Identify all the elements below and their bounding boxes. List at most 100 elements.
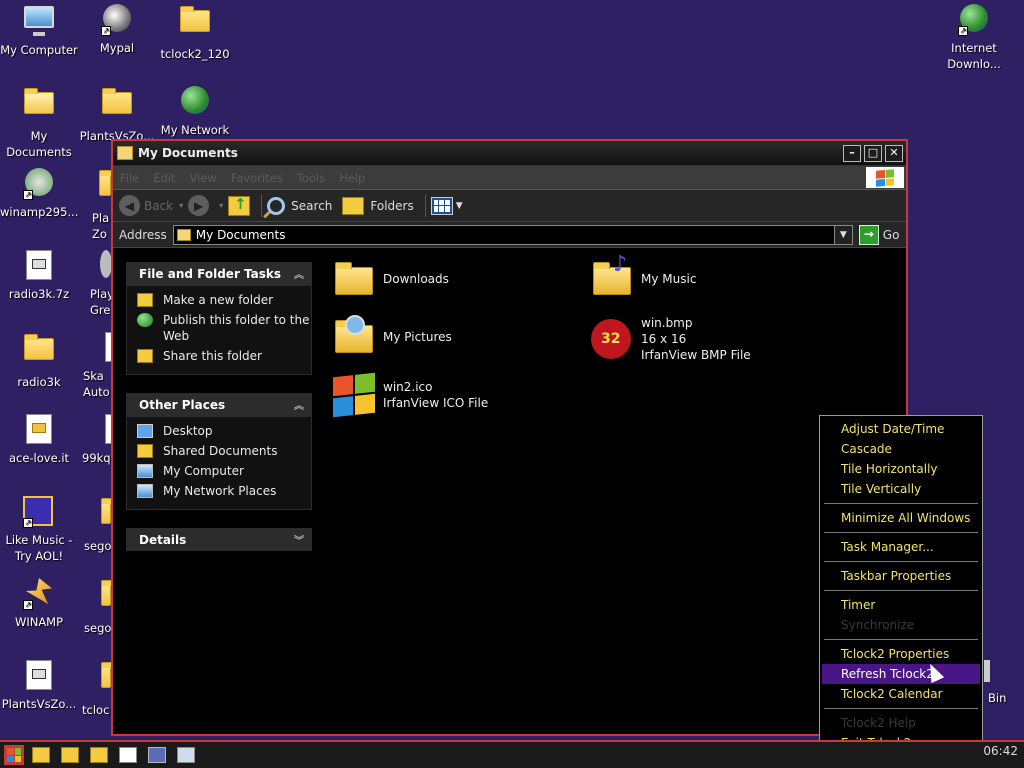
quicklaunch-folder-icon[interactable] — [90, 747, 108, 763]
winamp-icon: ↗ — [23, 578, 55, 610]
menu-refresh-tclock2[interactable]: Refresh Tclock2 — [822, 664, 980, 684]
menu-help[interactable]: Help — [332, 171, 372, 185]
minimize-button[interactable]: – — [843, 144, 861, 162]
menu-minimize-all[interactable]: Minimize All Windows — [822, 508, 980, 528]
desktop-icon-my-network[interactable]: My Network — [156, 86, 234, 138]
publish-web-link[interactable]: Publish this folder to the Web — [137, 312, 311, 344]
start-button[interactable] — [4, 745, 24, 765]
link-label: Publish this folder to the Web — [163, 313, 310, 343]
place-my-computer-link[interactable]: My Computer — [137, 463, 311, 479]
menu-tclock2-properties[interactable]: Tclock2 Properties — [822, 644, 980, 664]
panel-header[interactable]: Other Places ︽ — [126, 393, 312, 416]
back-button[interactable]: ◀ Back — [119, 195, 173, 216]
maximize-button[interactable]: □ — [864, 144, 882, 162]
panel-body: Make a new folder Publish this folder to… — [126, 285, 312, 375]
menu-favorites[interactable]: Favorites — [224, 171, 290, 185]
desktop-icon-radio3k-7z[interactable]: radio3k.7z — [0, 250, 78, 302]
desktop-icon-plants-partial[interactable]: Pla Zo — [78, 168, 111, 242]
desktop-icon-ska-partial[interactable]: Ska Auto — [78, 332, 111, 400]
file-item-win-bmp[interactable]: 32 win.bmp 16 x 16 IrfanView BMP File — [589, 315, 751, 363]
menu-edit[interactable]: Edit — [146, 171, 182, 185]
back-arrow-icon: ◀ — [119, 195, 140, 216]
panel-header[interactable]: Details ︾ — [126, 528, 312, 551]
desktop-icon-tcloc-partial[interactable]: tcloc — [78, 660, 111, 718]
desktop-icon-my-documents[interactable]: My Documents — [0, 86, 78, 160]
desktop-icon-sego-partial[interactable]: sego — [78, 496, 111, 554]
forward-dropdown-icon[interactable]: ▾ — [219, 201, 223, 210]
menu-task-manager[interactable]: Task Manager... — [822, 537, 980, 557]
desktop-icon-ace-love[interactable]: ace-love.it — [0, 414, 78, 466]
menu-file[interactable]: File — [113, 171, 146, 185]
collapse-icon[interactable]: ︽ — [294, 266, 304, 281]
window-titlebar[interactable]: My Documents – □ ✕ — [113, 141, 906, 166]
windows-logo-icon — [866, 167, 904, 188]
address-input[interactable]: My Documents ▼ — [172, 224, 853, 245]
back-dropdown-icon[interactable]: ▾ — [179, 201, 183, 210]
menu-view[interactable]: View — [183, 171, 224, 185]
desktop-icon-internet-download[interactable]: ↗ Internet Downlo... — [935, 4, 1013, 72]
my-computer-icon — [23, 6, 55, 38]
file-dimensions: 16 x 16 — [641, 332, 687, 346]
file-item-win2-ico[interactable]: win2.ico IrfanView ICO File — [331, 372, 488, 418]
menu-separator — [824, 561, 978, 562]
clock[interactable]: 06:42 — [983, 744, 1018, 758]
up-folder-icon[interactable] — [228, 195, 251, 216]
desktop-icon-plantsvszombies-file[interactable]: PlantsVsZo... — [0, 660, 78, 712]
desktop-icon-my-computer[interactable]: My Computer — [0, 4, 78, 58]
explorer-window[interactable]: My Documents – □ ✕ File Edit View Favori… — [111, 139, 908, 736]
menu-cascade[interactable]: Cascade — [822, 439, 980, 459]
menu-timer[interactable]: Timer — [822, 595, 980, 615]
search-button[interactable]: Search — [267, 196, 332, 215]
desktop-icon-mypal[interactable]: ↗ Mypal — [78, 4, 156, 56]
expand-icon[interactable]: ︾ — [294, 532, 304, 547]
views-button[interactable]: ▼ — [430, 196, 463, 215]
place-shared-documents-link[interactable]: Shared Documents — [137, 443, 311, 459]
back-label: Back — [144, 198, 174, 213]
forward-button[interactable]: ▶ — [188, 195, 213, 216]
menu-tclock2-calendar[interactable]: Tclock2 Calendar — [822, 684, 980, 704]
share-folder-icon — [137, 349, 153, 363]
system-tray: 06:42 — [983, 744, 1018, 758]
close-button[interactable]: ✕ — [885, 144, 903, 162]
menu-taskbar-properties[interactable]: Taskbar Properties — [822, 566, 980, 586]
recycle-bin-icon — [984, 660, 992, 692]
desktop-icon-like-music-aol[interactable]: ↗ Like Music - Try AOL! — [0, 496, 78, 564]
panel-header[interactable]: File and Folder Tasks ︽ — [126, 262, 312, 285]
address-dropdown-icon[interactable]: ▼ — [833, 225, 852, 244]
file-item-downloads[interactable]: Downloads — [331, 257, 449, 301]
menu-tile-horizontally[interactable]: Tile Horizontally — [822, 459, 980, 479]
desktop-icon-radio3k[interactable]: radio3k — [0, 332, 78, 390]
place-desktop-link[interactable]: Desktop — [137, 423, 311, 439]
desktop-icon-sego2-partial[interactable]: sego — [78, 578, 111, 636]
file-item-my-pictures[interactable]: My Pictures — [331, 315, 452, 359]
make-new-folder-link[interactable]: Make a new folder — [137, 292, 311, 308]
toolbar-separator — [424, 194, 426, 217]
search-icon — [267, 196, 286, 215]
place-my-network-link[interactable]: My Network Places — [137, 483, 311, 499]
quicklaunch-computer-icon[interactable] — [177, 747, 195, 763]
shared-folder-icon — [137, 444, 153, 458]
desktop-icon-winamp-installer[interactable]: ↗ winamp295... — [0, 168, 78, 220]
desktop-icon-recycle-bin-partial[interactable]: Bin — [984, 656, 1024, 706]
desktop-icon-winamp[interactable]: ↗ WINAMP — [0, 578, 78, 630]
file-item-my-music[interactable]: ♪ My Music — [589, 254, 696, 301]
desktop-icon-plantsvszombies[interactable]: PlantsVsZo... — [78, 86, 156, 144]
desktop-icon-tclock2-120[interactable]: tclock2_120 — [156, 4, 234, 62]
taskbar: 06:42 — [0, 740, 1024, 768]
quicklaunch-xm-icon[interactable] — [148, 747, 166, 763]
quicklaunch-folder-icon[interactable] — [61, 747, 79, 763]
desktop-icon-99kq-partial[interactable]: 99kq — [78, 414, 111, 466]
menu-tile-vertically[interactable]: Tile Vertically — [822, 479, 980, 499]
share-folder-link[interactable]: Share this folder — [137, 348, 311, 364]
desktop-icon-play-partial[interactable]: Play Great — [78, 250, 111, 318]
menu-tools[interactable]: Tools — [290, 171, 332, 185]
link-label: Make a new folder — [163, 293, 274, 307]
folder-icon — [331, 257, 375, 301]
go-button[interactable]: → Go — [858, 224, 899, 245]
collapse-icon[interactable]: ︽ — [294, 397, 304, 412]
menu-adjust-date-time[interactable]: Adjust Date/Time — [822, 419, 980, 439]
quicklaunch-document-icon[interactable] — [119, 747, 137, 763]
folders-button[interactable]: Folders — [342, 196, 414, 215]
quicklaunch-folder-icon[interactable] — [32, 747, 50, 763]
download-manager-icon: ↗ — [958, 4, 990, 36]
